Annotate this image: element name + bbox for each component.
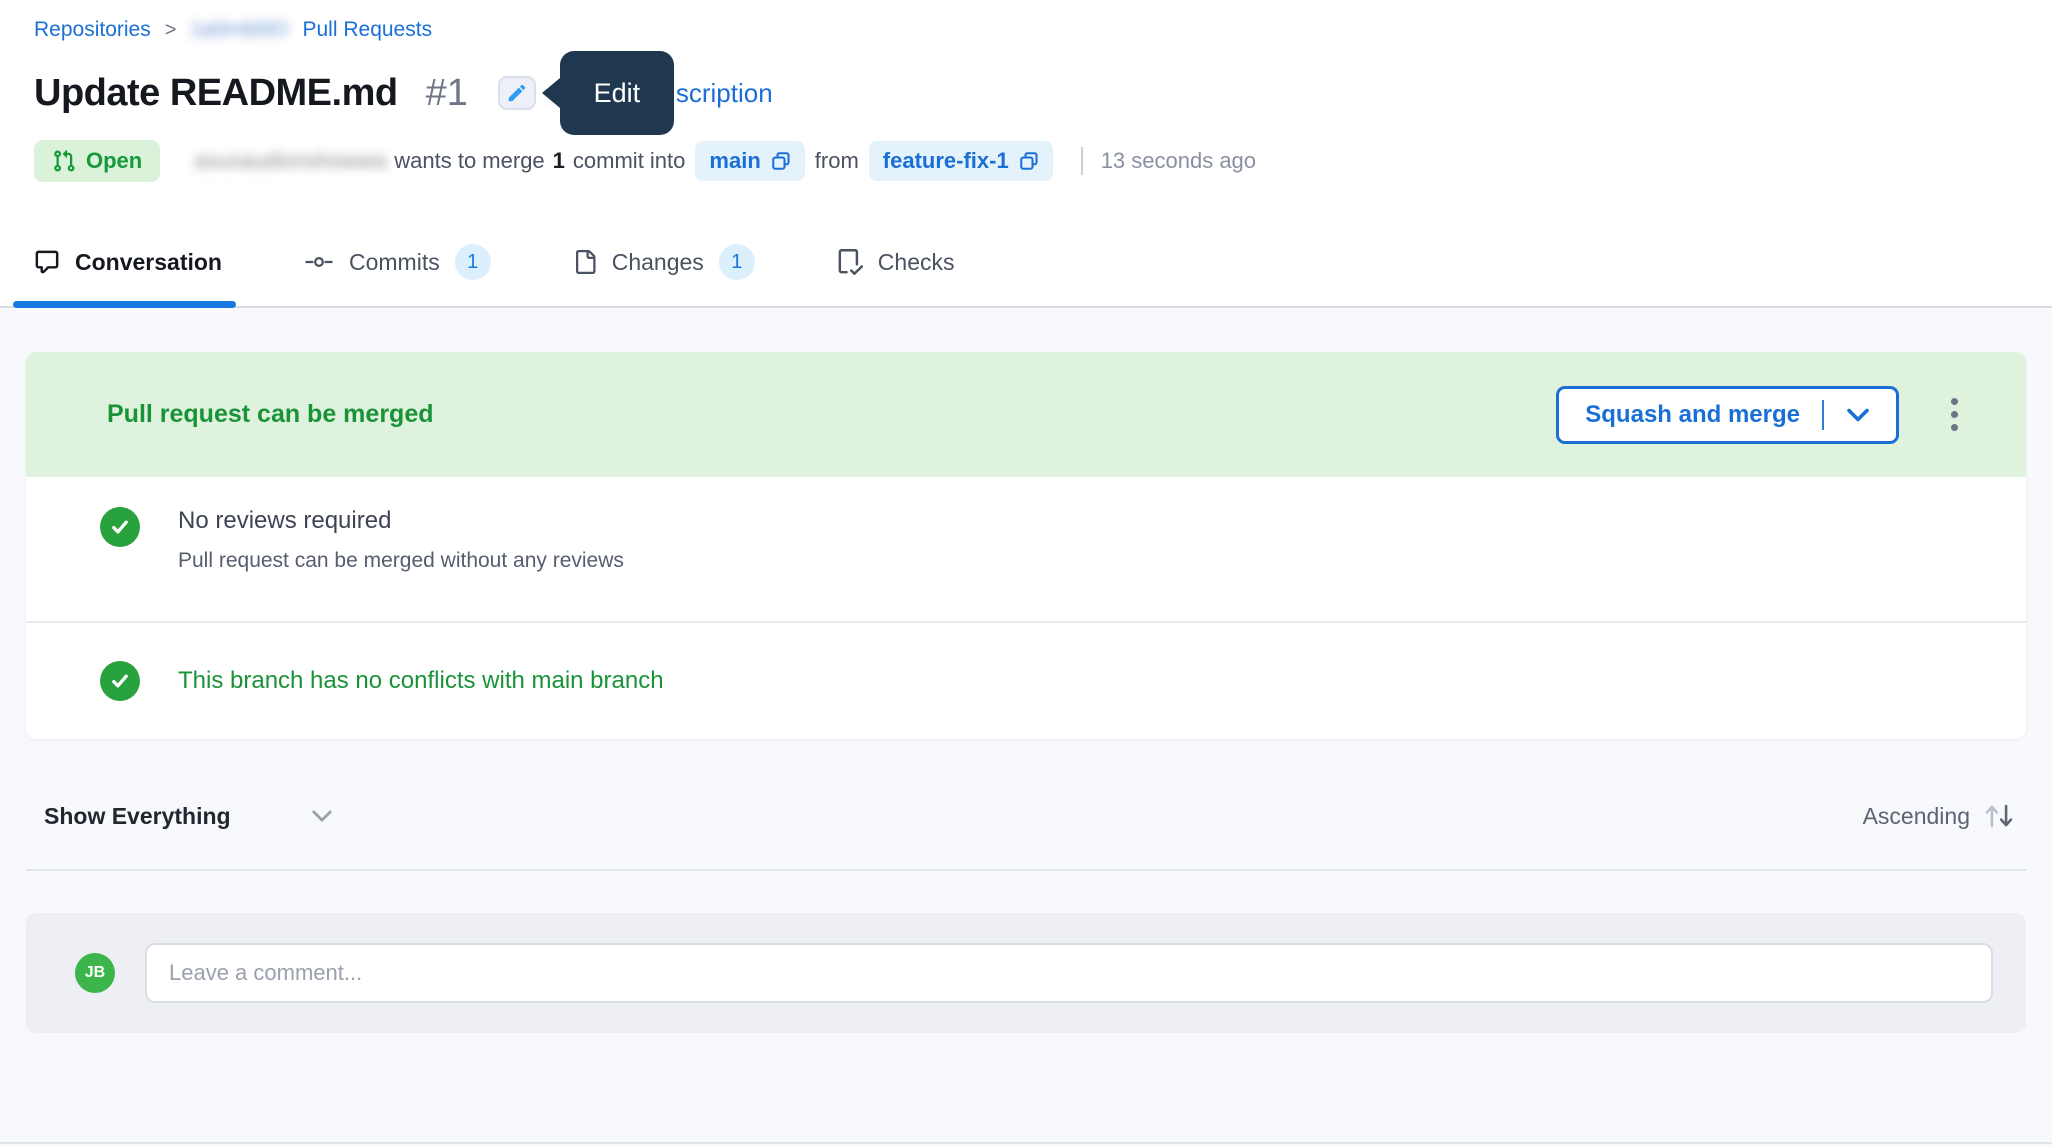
breadcrumb-separator: > (165, 19, 177, 42)
tooltip-label: Edit (560, 51, 674, 135)
commits-count-badge: 1 (455, 244, 491, 280)
status-badge: Open (34, 140, 160, 182)
copy-icon[interactable] (771, 151, 791, 171)
meta-divider (1081, 147, 1083, 175)
page-header: Repositories > 1a0rnb5lO Pull Requests U… (0, 0, 2052, 182)
conversation-panel: Pull request can be merged Squash and me… (0, 308, 2052, 1146)
tab-conversation[interactable]: Conversation (34, 244, 222, 306)
author-name-redacted: asusaudionshowwa (194, 148, 386, 174)
base-branch-pill[interactable]: main (695, 141, 804, 181)
page-title: Update README.md (34, 72, 398, 115)
add-description-link-partial[interactable]: scription (676, 78, 773, 109)
git-pull-request-icon (52, 149, 76, 173)
pr-meta-row: Open asusaudionshowwa wants to merge 1 c… (34, 140, 2052, 182)
edit-title-button[interactable] (498, 76, 536, 110)
changes-count-badge: 1 (719, 244, 755, 280)
breadcrumb: Repositories > 1a0rnb5lO Pull Requests (34, 16, 2052, 44)
breadcrumb-repositories-link[interactable]: Repositories (34, 18, 151, 42)
check-circle-icon (100, 661, 140, 701)
chevron-down-icon (311, 809, 333, 823)
timeline-filter-label: Show Everything (44, 803, 231, 830)
tab-changes-label: Changes (612, 249, 704, 276)
checklist-icon (837, 249, 863, 275)
breadcrumb-pull-requests-link[interactable]: Pull Requests (303, 18, 433, 42)
comment-input[interactable] (145, 943, 1993, 1003)
comment-composer: JB (26, 913, 2026, 1033)
timeline-controls: Show Everything Ascending (26, 801, 2026, 871)
tab-changes[interactable]: Changes 1 (573, 244, 755, 306)
avatar: JB (75, 953, 115, 993)
status-label: Open (86, 148, 142, 174)
pr-number: #1 (426, 72, 468, 115)
review-check-text: No reviews required Pull request can be … (178, 507, 624, 573)
git-commit-icon (304, 253, 334, 271)
tab-commits[interactable]: Commits 1 (304, 244, 491, 306)
title-row: Update README.md #1 Edit scription (34, 70, 2052, 116)
comment-bubble-icon (34, 249, 60, 275)
head-branch-pill[interactable]: feature-fix-1 (869, 141, 1053, 181)
review-check-subtitle: Pull request can be merged without any r… (178, 549, 624, 573)
section-bottom-divider (0, 1142, 2052, 1144)
file-icon (573, 250, 597, 274)
pencil-icon (506, 82, 528, 104)
timeline-sort-label: Ascending (1863, 803, 1970, 830)
pr-tabbar: Conversation Commits 1 Changes 1 Checks (0, 244, 2052, 308)
tab-commits-label: Commits (349, 249, 440, 276)
base-branch-name: main (709, 148, 760, 174)
from-label: from (815, 148, 859, 174)
conflict-check-title: This branch has no conflicts with main b… (178, 667, 664, 695)
review-check-title: No reviews required (178, 507, 624, 535)
check-circle-icon (100, 507, 140, 547)
copy-icon[interactable] (1019, 151, 1039, 171)
breadcrumb-repo-name-redacted[interactable]: 1a0rnb5lO (190, 18, 288, 42)
tab-checks-label: Checks (878, 249, 955, 276)
tooltip-arrow (542, 78, 560, 108)
head-branch-name: feature-fix-1 (883, 148, 1009, 174)
review-check-row: No reviews required Pull request can be … (26, 477, 2026, 621)
timeline-sort-toggle[interactable]: Ascending (1863, 801, 2016, 831)
merge-text-after: commit into (573, 148, 685, 174)
edit-tooltip: Edit (542, 51, 674, 135)
timeline-filter-dropdown[interactable]: Show Everything (44, 803, 333, 830)
merge-text-before: wants to merge (394, 148, 544, 174)
merge-banner: Pull request can be merged Squash and me… (26, 352, 2026, 477)
commit-count: 1 (553, 148, 565, 174)
squash-and-merge-button[interactable]: Squash and merge (1556, 386, 1899, 444)
merge-options-kebab-icon[interactable] (1943, 390, 1966, 439)
tab-conversation-label: Conversation (75, 249, 222, 276)
tab-checks[interactable]: Checks (837, 244, 955, 306)
sort-arrows-icon (1982, 801, 2016, 831)
merge-status-card: Pull request can be merged Squash and me… (26, 352, 2026, 739)
squash-and-merge-label: Squash and merge (1585, 401, 1800, 429)
timestamp: 13 seconds ago (1101, 148, 1256, 174)
merge-banner-title: Pull request can be merged (107, 400, 1556, 429)
chevron-down-icon[interactable] (1846, 407, 1870, 423)
button-divider (1822, 400, 1824, 430)
conflict-check-row: This branch has no conflicts with main b… (26, 621, 2026, 739)
